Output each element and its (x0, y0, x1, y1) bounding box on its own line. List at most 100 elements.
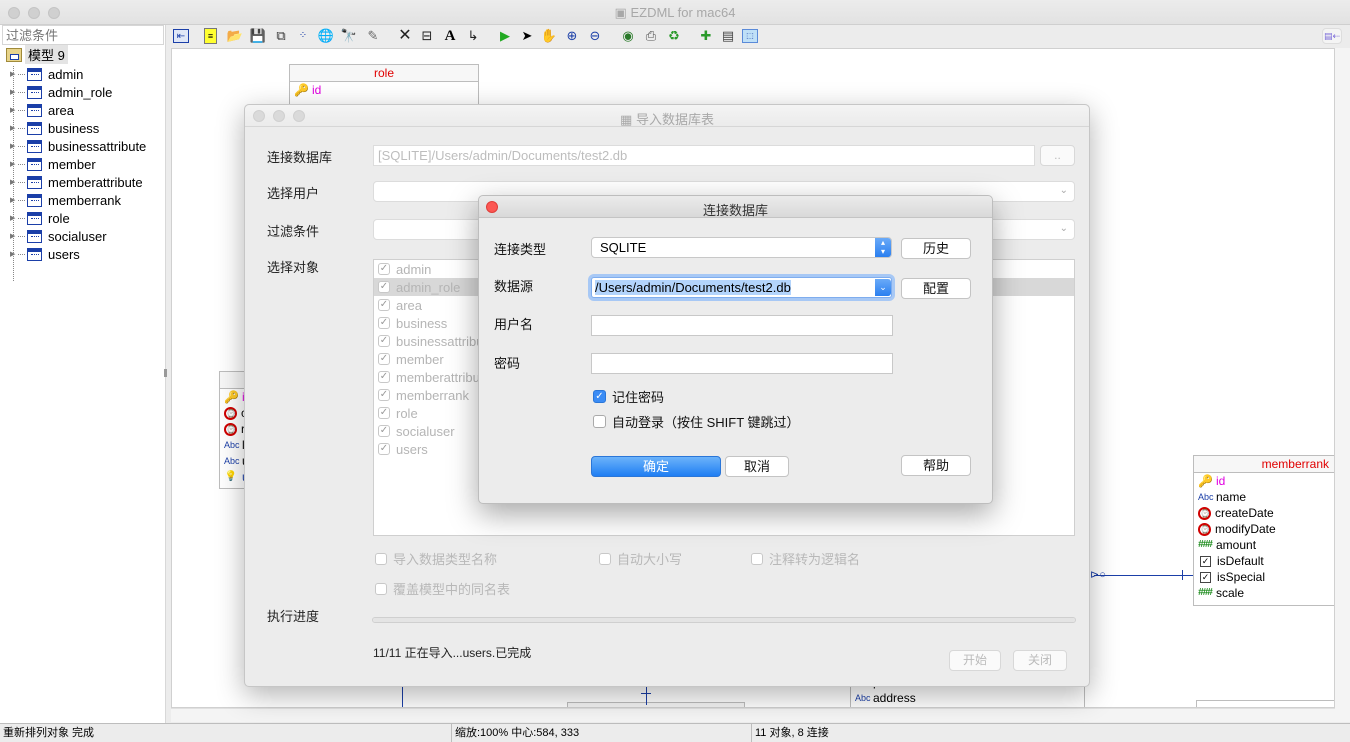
relation-line[interactable] (1094, 575, 1193, 576)
checkbox-checked[interactable]: ✓ (378, 443, 390, 455)
checkbox-checked[interactable]: ✓ (378, 317, 390, 329)
fit-screen-icon[interactable]: ⬚ (742, 29, 758, 43)
option-auto-case[interactable]: 自动大小写 (599, 549, 682, 568)
tree-filter-input[interactable] (2, 25, 164, 45)
cancel-button[interactable]: 取消 (725, 456, 789, 477)
entity-field[interactable]: 🔑 id (1194, 473, 1334, 489)
table-icon[interactable]: ⊟ (418, 27, 436, 45)
add-tool-icon[interactable]: ✚ (697, 27, 715, 45)
checkbox-unchecked[interactable] (375, 582, 387, 595)
option-overwrite-same-name[interactable]: 覆盖模型中的同名表 (375, 579, 510, 598)
expand-arrow-icon[interactable]: ▶ (10, 196, 18, 204)
tree-item-memberattribute[interactable]: ▶ memberattribute (10, 173, 146, 191)
tree-item-admin[interactable]: ▶ admin (10, 65, 146, 83)
tree-item-member[interactable]: ▶ member (10, 155, 146, 173)
tree-item-area[interactable]: ▶ area (10, 101, 146, 119)
entity-memberrank[interactable]: memberrank 🔑 id Abc name ⌚ createDate ⌚ modi… (1193, 455, 1334, 606)
panel-toggle-icon[interactable]: ▤⇠ (1322, 28, 1342, 44)
expand-arrow-icon[interactable]: ▶ (10, 250, 18, 258)
checkbox-checked[interactable]: ✓ (378, 407, 390, 419)
binoculars-icon[interactable]: 🔭 (340, 27, 358, 45)
refresh-icon[interactable]: ♻ (665, 27, 683, 45)
browse-button[interactable]: .. (1040, 145, 1075, 166)
pointer-icon[interactable]: ➤ (518, 27, 536, 45)
hand-icon[interactable]: ✋ (540, 27, 558, 45)
import-dialog-titlebar[interactable]: ▦ 导入数据库表 (245, 105, 1089, 127)
entity-field[interactable]: ⌚ createDate (1194, 505, 1334, 521)
back-icon[interactable]: ⇤ (173, 29, 189, 43)
splitter-handle[interactable] (164, 369, 167, 377)
expand-arrow-icon[interactable]: ▶ (10, 88, 18, 96)
printer-icon[interactable]: ⎙ (642, 27, 660, 45)
expand-arrow-icon[interactable]: ▶ (10, 124, 18, 132)
checkbox-checked[interactable]: ✓ (378, 299, 390, 311)
eye-icon[interactable]: ◉ (619, 27, 637, 45)
checkbox-checked-icon[interactable]: ✓ (593, 390, 606, 403)
horizontal-scrollbar[interactable] (171, 708, 1335, 722)
checkbox-unchecked[interactable] (375, 552, 387, 565)
entity-field[interactable]: ⌚ modifyDate (1194, 521, 1334, 537)
expand-arrow-icon[interactable]: ▶ (10, 142, 18, 150)
tree-item-socialuser[interactable]: ▶ socialuser (10, 227, 146, 245)
checkbox-checked[interactable]: ✓ (378, 425, 390, 437)
entity-field[interactable]: Abc address (851, 690, 1084, 706)
auto-login-checkbox[interactable]: 自动登录（按住 SHIFT 键跳过） (593, 412, 800, 431)
tree-item-users[interactable]: ▶ users (10, 245, 146, 263)
tree-root-model[interactable]: 模型 9 (6, 45, 68, 64)
checkbox-checked[interactable]: ✓ (378, 389, 390, 401)
globe-icon[interactable]: 🌐 (317, 27, 335, 45)
username-input[interactable] (591, 315, 893, 336)
entity-field[interactable]: Abc name (1194, 489, 1334, 505)
zoom-out-icon[interactable]: ⊖ (586, 27, 604, 45)
layout-dots-icon[interactable]: ⁘ (294, 27, 312, 45)
relation-line[interactable] (646, 685, 647, 705)
config-button[interactable]: 配置 (901, 278, 971, 299)
expand-arrow-icon[interactable]: ▶ (10, 178, 18, 186)
start-button[interactable]: 开始 (949, 650, 1001, 671)
relation-line[interactable] (402, 685, 403, 707)
tree-item-role[interactable]: ▶ role (10, 209, 146, 227)
expand-arrow-icon[interactable]: ▶ (10, 232, 18, 240)
checkbox-checked[interactable]: ✓ (378, 335, 390, 347)
remember-password-checkbox[interactable]: ✓ 记住密码 (593, 387, 664, 406)
tree-item-memberrank[interactable]: ▶ memberrank (10, 191, 146, 209)
checkbox-checked[interactable]: ✓ (378, 263, 390, 275)
entity-field[interactable]: 🔑 id (290, 82, 478, 98)
password-input[interactable] (591, 353, 893, 374)
tree-item-admin-role[interactable]: ▶ admin_role (10, 83, 146, 101)
entity-area[interactable]: area (1196, 700, 1334, 707)
option-import-type-names[interactable]: 导入数据类型名称 (375, 549, 497, 568)
expand-arrow-icon[interactable]: ▶ (10, 70, 18, 78)
delete-x-icon[interactable]: ✕ (396, 27, 414, 45)
pencil-icon[interactable]: ✎ (364, 27, 382, 45)
expand-arrow-icon[interactable]: ▶ (10, 214, 18, 222)
expand-arrow-icon[interactable]: ▶ (10, 160, 18, 168)
close-button[interactable]: 关闭 (1013, 650, 1067, 671)
checkbox-unchecked[interactable] (751, 552, 763, 565)
entity-field[interactable]: ### amount (1194, 537, 1334, 553)
conn-type-select[interactable]: SQLITE ▴ ▾ (591, 237, 892, 258)
help-button[interactable]: 帮助 (901, 455, 971, 476)
tree-item-businessattribute[interactable]: ▶ businessattribute (10, 137, 146, 155)
option-comment-to-logical[interactable]: 注释转为逻辑名 (751, 549, 860, 568)
vertical-scrollbar[interactable] (1335, 48, 1350, 722)
checkbox-unchecked[interactable] (599, 552, 611, 565)
expand-arrow-icon[interactable]: ▶ (10, 106, 18, 114)
link-tool-icon[interactable]: ↳ (464, 27, 482, 45)
properties-icon[interactable]: ▤ (719, 27, 737, 45)
zoom-in-icon[interactable]: ⊕ (563, 27, 581, 45)
checkbox-checked[interactable]: ✓ (378, 371, 390, 383)
save-icon[interactable]: 💾 (249, 27, 267, 45)
run-play-icon[interactable]: ▶ (496, 27, 514, 45)
connect-dialog-titlebar[interactable]: 连接数据库 (479, 196, 992, 218)
open-folder-icon[interactable]: 📂 (226, 27, 244, 45)
copy-window-icon[interactable]: ⧉ (272, 27, 290, 45)
entity-field[interactable]: ✓ isSpecial (1194, 569, 1334, 585)
checkbox-checked[interactable]: ✓ (378, 353, 390, 365)
tree-item-business[interactable]: ▶ business (10, 119, 146, 137)
entity-field[interactable]: ### scale (1194, 585, 1334, 601)
new-file-icon[interactable]: ≡ (204, 28, 217, 44)
checkbox-checked[interactable]: ✓ (378, 281, 390, 293)
connect-db-field[interactable]: [SQLITE]/Users/admin/Documents/test2.db (373, 145, 1035, 166)
entity-field[interactable]: ✓ isDefault (1194, 553, 1334, 569)
